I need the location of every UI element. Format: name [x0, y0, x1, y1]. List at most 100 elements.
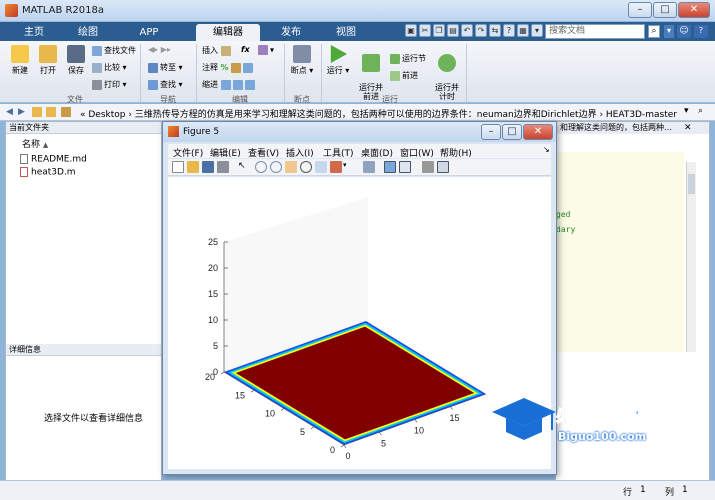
run-advance-button[interactable]: 运行并 前进	[356, 45, 386, 101]
advance-label: 前进	[402, 71, 418, 80]
y-tick-mark	[220, 371, 225, 375]
advance-button[interactable]: 前进	[390, 70, 418, 81]
decrease-indent-icon	[244, 79, 255, 90]
fx-button[interactable]: fx	[241, 45, 250, 54]
ribbon-separator	[321, 44, 322, 102]
minimize-button[interactable]: –	[628, 2, 652, 18]
legend-icon[interactable]	[399, 161, 411, 173]
open-button[interactable]: 打开	[34, 45, 62, 76]
zoom-in-icon[interactable]	[255, 161, 267, 173]
back-icon[interactable]: ◀	[6, 107, 13, 117]
menu-window[interactable]: 窗口(W)	[400, 146, 434, 159]
quick-switch-icon[interactable]: ⇆	[489, 24, 501, 37]
quick-copy-icon[interactable]: ❐	[433, 24, 445, 37]
pan-icon[interactable]	[285, 161, 297, 173]
show-tools-icon[interactable]	[437, 161, 449, 173]
goto-button[interactable]: 转至 ▾	[148, 62, 183, 73]
quick-paste-icon[interactable]: ▤	[447, 24, 459, 37]
run-section-button[interactable]: 运行节	[390, 53, 426, 64]
quick-undo-icon[interactable]: ↶	[461, 24, 473, 37]
watermark-logo: 必过源码 Biguo100.com	[482, 390, 692, 450]
tab-publish[interactable]: 发布	[265, 24, 317, 41]
quick-menu-icon[interactable]: ▾	[531, 24, 543, 37]
menu-help[interactable]: 帮助(H)	[440, 146, 472, 159]
link-plot-icon[interactable]	[363, 161, 375, 173]
tab-apps[interactable]: APP	[123, 24, 175, 41]
list-item[interactable]: README.md	[20, 154, 87, 165]
filter-icon[interactable]: ▾	[664, 25, 674, 38]
breakpoints-button[interactable]: 断点 ▾	[288, 45, 316, 76]
menu-insert[interactable]: 插入(I)	[286, 146, 314, 159]
save-figure-icon[interactable]	[202, 161, 214, 173]
nav-back-forward[interactable]: ◀▸ ▶▸	[148, 45, 171, 54]
open-figure-icon[interactable]	[187, 161, 199, 173]
tab-plots[interactable]: 绘图	[62, 24, 114, 41]
menu-edit[interactable]: 编辑(E)	[210, 146, 241, 159]
save-button[interactable]: 保存	[62, 45, 90, 76]
quick-save-icon[interactable]: ▣	[405, 24, 417, 37]
editor-scrollbar[interactable]	[686, 162, 696, 352]
code-area[interactable]: ged dary	[556, 152, 684, 352]
quick-help-icon[interactable]: ?	[503, 24, 515, 37]
run-button[interactable]: 运行 ▾	[324, 45, 352, 76]
insert-button[interactable]: 插入	[202, 45, 233, 56]
insert-extra-button[interactable]: ▾	[258, 45, 274, 55]
forward-icon[interactable]: ▶	[18, 107, 25, 117]
quick-layout-icon[interactable]: ▦	[517, 24, 529, 37]
quick-redo-icon[interactable]: ↷	[475, 24, 487, 37]
run-time-label: 运行并 计时	[435, 83, 459, 101]
hide-tools-icon[interactable]	[422, 161, 434, 173]
menu-tools[interactable]: 工具(T)	[323, 146, 354, 159]
new-figure-icon[interactable]	[172, 161, 184, 173]
data-cursor-icon[interactable]	[315, 161, 327, 173]
menu-file[interactable]: 文件(F)	[173, 146, 203, 159]
colorbar-icon[interactable]	[384, 161, 396, 173]
path-search-icon[interactable]: ⌕	[698, 106, 703, 116]
current-path[interactable]: « Desktop › 三维热传导方程的仿真是用来学习和理解这类问题的，包括两种…	[80, 107, 677, 120]
brush-dropdown-icon[interactable]: ▾	[343, 161, 349, 173]
find-file-button[interactable]: 查找文件	[92, 45, 136, 56]
tab-editor[interactable]: 编辑器	[196, 24, 260, 41]
maximize-button[interactable]: □	[653, 2, 677, 18]
goto-label: 转至	[160, 63, 176, 72]
figure-maximize-button[interactable]: □	[502, 124, 522, 140]
quick-cut-icon[interactable]: ✂	[419, 24, 431, 37]
new-button[interactable]: 新建	[6, 45, 34, 76]
zoom-out-icon[interactable]	[270, 161, 282, 173]
menu-dock-icon[interactable]: ↘	[543, 145, 550, 154]
pointer-icon[interactable]: ↖	[238, 161, 248, 173]
tab-view[interactable]: 视图	[320, 24, 372, 41]
brush-icon[interactable]	[330, 161, 342, 173]
print-figure-icon[interactable]	[217, 161, 229, 173]
name-column-header[interactable]: 名称 ▲	[22, 137, 48, 150]
compare-button[interactable]: 比较 ▾	[92, 62, 127, 73]
ribbon-separator	[140, 44, 141, 102]
rotate-icon[interactable]	[300, 161, 312, 173]
tab-home[interactable]: 主页	[8, 24, 60, 41]
search-doc-input[interactable]: 搜索文档	[545, 24, 645, 39]
up-folder-icon[interactable]	[32, 107, 42, 117]
scrollbar-thumb[interactable]	[688, 174, 695, 194]
compare-label: 比较	[104, 63, 120, 72]
search-icon[interactable]: ⌕	[648, 25, 660, 38]
details-message: 选择文件以查看详细信息	[44, 414, 144, 424]
find-button[interactable]: 查找 ▾	[148, 79, 183, 90]
comment-button[interactable]: 注释 %	[202, 62, 255, 73]
help-icon[interactable]: ?	[694, 25, 708, 38]
x-tick-mark	[379, 432, 382, 436]
print-button[interactable]: 打印 ▾	[92, 79, 127, 90]
figure-minimize-button[interactable]: –	[481, 124, 501, 140]
community-icon[interactable]: ☺	[677, 25, 691, 38]
menu-view[interactable]: 查看(V)	[248, 146, 279, 159]
browse-folder-icon[interactable]	[46, 107, 56, 117]
list-item[interactable]: heat3D.m	[20, 167, 76, 178]
figure-close-button[interactable]: ✕	[523, 124, 553, 140]
file-name: heat3D.m	[31, 167, 76, 178]
editor-close-icon[interactable]: ✕	[684, 123, 692, 133]
close-button[interactable]: ✕	[678, 2, 710, 18]
run-time-button[interactable]: 运行并 计时	[432, 45, 462, 101]
browse-icon[interactable]	[61, 107, 71, 117]
path-dropdown-icon[interactable]: ▾	[684, 106, 689, 116]
indent-button[interactable]: 缩进	[202, 79, 257, 90]
menu-desktop[interactable]: 桌面(D)	[361, 146, 393, 159]
